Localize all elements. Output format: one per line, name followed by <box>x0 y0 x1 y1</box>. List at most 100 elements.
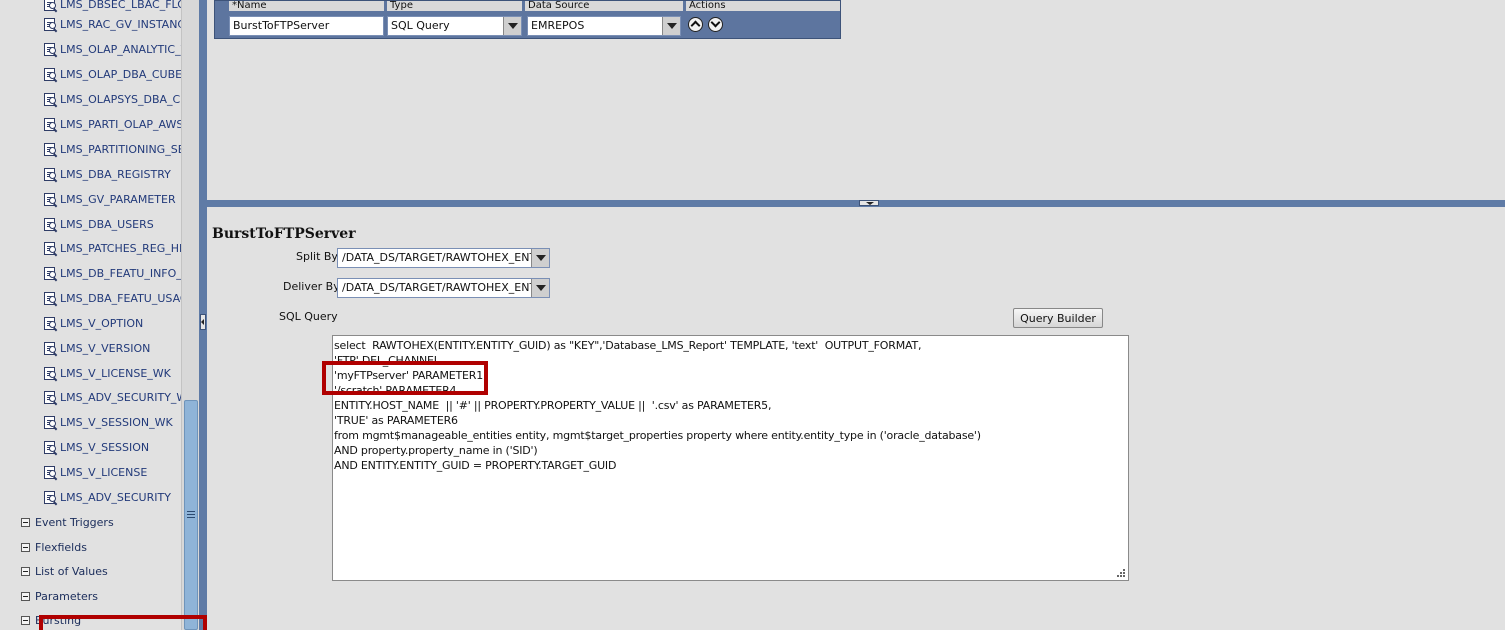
tree-item-lms-gv-parameter[interactable]: LMS_GV_PARAMETER <box>43 190 176 208</box>
type-select-value: SQL Query <box>391 19 450 32</box>
chevron-down-icon[interactable] <box>531 249 549 267</box>
sql-line: AND ENTITY.ENTITY_GUID = PROPERTY.TARGET… <box>334 459 617 472</box>
chevron-down-icon[interactable] <box>662 17 680 35</box>
annotation-highlight-box <box>39 615 207 630</box>
tree-item-label: LMS_ADV_SECURITY_W <box>60 390 181 404</box>
sql-line: 'TRUE' as PARAMETER6 <box>334 414 458 427</box>
tree-item-lms-patches-reg-his[interactable]: LMS_PATCHES_REG_HIS <box>43 239 181 257</box>
type-select[interactable]: SQL Query <box>387 16 522 36</box>
data-set-icon <box>43 366 58 381</box>
deliver-by-label: Deliver By <box>283 280 340 293</box>
data-set-icon <box>43 192 58 207</box>
column-header-actions: Actions <box>686 1 840 11</box>
collapse-left-icon[interactable] <box>200 314 206 330</box>
tree-item-label: LMS_OLAPSYS_DBA_C <box>60 92 181 106</box>
tree-item-lms-db-featu-info[interactable]: LMS_DB_FEATU_INFO_U <box>43 264 181 282</box>
data-set-icon <box>43 167 58 182</box>
tree-item-label: LMS_V_LICENSE_WK <box>60 366 171 380</box>
tree-item-lms-v-license-wk[interactable]: LMS_V_LICENSE_WK <box>43 364 171 382</box>
sql-line: select RAWTOHEX(ENTITY.ENTITY_GUID) as "… <box>334 339 922 352</box>
tree-item-lms-adv-security-wk[interactable]: LMS_ADV_SECURITY_W <box>43 388 181 406</box>
tree-item-lms-v-session[interactable]: LMS_V_SESSION <box>43 438 149 456</box>
tree-item-lms-olap-analytic[interactable]: LMS_OLAP_ANALYTIC_V <box>43 40 181 58</box>
move-down-icon[interactable] <box>708 17 723 32</box>
collapse-icon[interactable] <box>21 615 30 625</box>
tree-item-label: LMS_DBA_USERS <box>60 217 154 231</box>
name-input[interactable]: BurstToFTPServer <box>229 16 384 36</box>
tree-item-label: LMS_PATCHES_REG_HIS <box>60 241 181 255</box>
data-set-icon <box>43 17 58 32</box>
chevron-down-icon[interactable] <box>503 17 521 35</box>
tree-group-list-of-values[interactable]: List of Values <box>21 562 108 580</box>
annotation-highlight-box <box>322 361 488 395</box>
data-set-icon <box>43 42 58 57</box>
tree-item-label: LMS_ADV_SECURITY <box>60 490 171 504</box>
tree-item-label: LMS_OLAP_ANALYTIC_V <box>60 42 181 56</box>
scrollbar-thumb[interactable] <box>184 400 198 630</box>
data-set-icon <box>43 316 58 331</box>
collapse-icon[interactable] <box>21 542 30 552</box>
tree-item-lms-olap-dba-cubes[interactable]: LMS_OLAP_DBA_CUBES <box>43 65 181 83</box>
tree-item-lms-parti-olap-aws[interactable]: LMS_PARTI_OLAP_AWS <box>43 115 181 133</box>
tree-item-label: LMS_V_LICENSE <box>60 465 148 479</box>
chevron-down-icon[interactable] <box>531 279 549 297</box>
tree-group-label: Flexfields <box>35 540 87 554</box>
sql-query-label: SQL Query <box>279 310 338 323</box>
sql-line: from mgmt$manageable_entities entity, mg… <box>334 429 981 442</box>
tree-scrollbar[interactable] <box>181 0 199 630</box>
query-builder-button[interactable]: Query Builder <box>1013 308 1103 328</box>
tree-item-lms-v-option[interactable]: LMS_V_OPTION <box>43 314 143 332</box>
data-set-icon <box>43 67 58 82</box>
data-set-icon <box>43 217 58 232</box>
tree-item-lms-dba-users[interactable]: LMS_DBA_USERS <box>43 215 154 233</box>
data-set-icon <box>43 117 58 132</box>
tree-item-label: LMS_V_VERSION <box>60 341 151 355</box>
collapse-icon[interactable] <box>21 517 30 527</box>
collapse-down-icon[interactable] <box>859 200 879 206</box>
vertical-splitter[interactable] <box>199 0 207 630</box>
move-up-icon[interactable] <box>688 17 703 32</box>
tree-item-lms-dba-featu-usag[interactable]: LMS_DBA_FEATU_USAG <box>43 289 181 307</box>
data-set-icon <box>43 241 58 256</box>
tree-item-lms-partitioning-seg[interactable]: LMS_PARTITIONING_SEG <box>43 140 181 158</box>
tree-group-event-triggers[interactable]: Event Triggers <box>21 513 114 531</box>
tree-item-label: LMS_RAC_GV_INSTANC <box>60 17 181 31</box>
column-header-data-source: Data Source <box>525 1 683 11</box>
horizontal-splitter[interactable] <box>207 200 1505 207</box>
tree-item-label: LMS_V_OPTION <box>60 316 144 330</box>
tree-item-label: LMS_GV_PARAMETER <box>60 192 176 206</box>
data-set-icon <box>43 490 58 505</box>
split-by-select[interactable]: /DATA_DS/TARGET/RAWTOHEX_ENTITY <box>337 248 550 268</box>
tree-item-lms-olapsys-dba[interactable]: LMS_OLAPSYS_DBA_C <box>43 90 180 108</box>
tree-item-label: LMS_DBA_REGISTRY <box>60 167 171 181</box>
tree-group-parameters[interactable]: Parameters <box>21 587 98 605</box>
tree-item-label: LMS_DB_FEATU_INFO_U <box>60 266 181 280</box>
grip-icon <box>187 511 195 519</box>
bursting-grid: *Name Type Data Source Actions BurstToFT… <box>214 0 841 39</box>
tree-item-label: LMS_DBSEC_LBAC_FLO <box>60 0 181 11</box>
tree-group-label: Event Triggers <box>35 515 114 529</box>
tree-group-label: List of Values <box>35 564 108 578</box>
tree-item-lms-adv-security[interactable]: LMS_ADV_SECURITY <box>43 488 171 506</box>
tree-group-label: Parameters <box>35 589 98 603</box>
data-set-icon <box>43 291 58 306</box>
deliver-by-select[interactable]: /DATA_DS/TARGET/RAWTOHEX_ENTITY <box>337 278 550 298</box>
tree-item-label: LMS_OLAP_DBA_CUBES <box>60 67 181 81</box>
tree-group-flexfields[interactable]: Flexfields <box>21 538 87 556</box>
tree-item-label: LMS_DBA_FEATU_USAG <box>60 291 181 305</box>
sql-line: AND property.property_name in ('SID') <box>334 444 538 457</box>
data-set-icon <box>43 465 58 480</box>
data-source-select[interactable]: EMREPOS <box>527 16 681 36</box>
split-by-value: /DATA_DS/TARGET/RAWTOHEX_ENTITY <box>342 251 550 264</box>
collapse-icon[interactable] <box>21 566 30 576</box>
tree-item-lms-dba-registry[interactable]: LMS_DBA_REGISTRY <box>43 165 171 183</box>
collapse-icon[interactable] <box>21 591 30 601</box>
sql-line: ENTITY.HOST_NAME || '#' || PROPERTY.PROP… <box>334 399 772 412</box>
resize-grip-icon[interactable] <box>1116 568 1125 577</box>
data-set-icon <box>43 92 58 107</box>
tree-item-lms-v-session-wk[interactable]: LMS_V_SESSION_WK <box>43 413 173 431</box>
tree-item-lms-dbsec-lbac[interactable]: LMS_DBSEC_LBAC_FLO <box>43 0 181 13</box>
tree-item-lms-v-license[interactable]: LMS_V_LICENSE <box>43 463 147 481</box>
tree-item-lms-v-version[interactable]: LMS_V_VERSION <box>43 339 150 357</box>
tree-item-lms-rac-gv-instanc[interactable]: LMS_RAC_GV_INSTANC <box>43 15 181 33</box>
